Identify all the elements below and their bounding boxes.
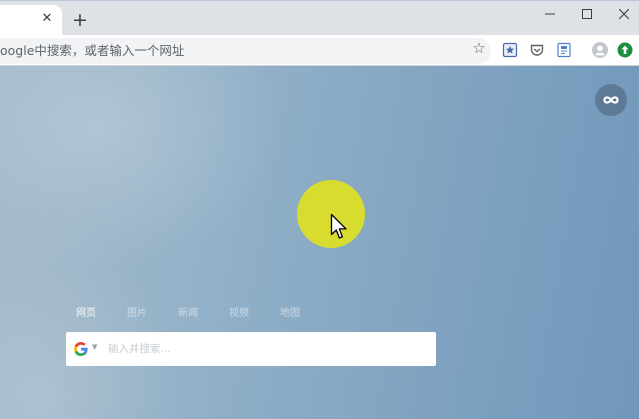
tab-strip: ✕ + bbox=[0, 0, 639, 36]
tab-maps[interactable]: 地图 bbox=[280, 306, 300, 322]
plus-icon[interactable]: + bbox=[70, 10, 90, 30]
update-icon[interactable] bbox=[617, 42, 633, 58]
star-icon[interactable]: ☆ bbox=[470, 39, 488, 57]
google-icon[interactable] bbox=[73, 341, 89, 357]
close-icon[interactable]: ✕ bbox=[39, 11, 55, 27]
address-bar-placeholder: oogle中搜索，或者输入一个网址 bbox=[0, 43, 185, 58]
avatar[interactable] bbox=[592, 42, 608, 58]
maximize-icon[interactable] bbox=[572, 3, 602, 25]
mouse-pointer-icon bbox=[330, 213, 347, 239]
chevron-down-icon[interactable]: ▼ bbox=[92, 343, 97, 351]
bookmark-extension-icon[interactable] bbox=[502, 42, 518, 58]
infinity-icon[interactable] bbox=[595, 84, 627, 116]
tab-videos[interactable]: 视频 bbox=[229, 306, 249, 322]
new-tab-page: 网页 图片 新闻 视频 地图 ▼ bbox=[0, 66, 639, 419]
pocket-icon[interactable] bbox=[529, 42, 545, 58]
tab-news[interactable]: 新闻 bbox=[178, 306, 198, 322]
tab-web[interactable]: 网页 bbox=[76, 306, 96, 322]
search-box: ▼ bbox=[66, 332, 436, 366]
window-close-icon[interactable] bbox=[609, 3, 639, 25]
browser-toolbar: oogle中搜索，或者输入一个网址 ☆ bbox=[0, 35, 639, 66]
document-extension-icon[interactable] bbox=[556, 42, 572, 58]
tab-images[interactable]: 图片 bbox=[127, 306, 147, 322]
active-tab[interactable]: ✕ bbox=[0, 5, 62, 36]
minimize-icon[interactable] bbox=[535, 3, 565, 25]
address-bar[interactable]: oogle中搜索，或者输入一个网址 bbox=[0, 38, 491, 64]
search-input[interactable] bbox=[108, 336, 424, 362]
